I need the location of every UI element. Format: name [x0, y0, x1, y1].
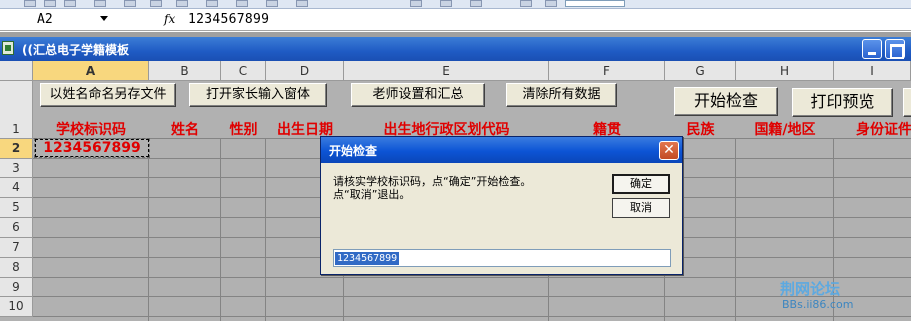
gridline: [220, 139, 221, 321]
toolbar-icon[interactable]: [206, 0, 218, 7]
toolbar-icon[interactable]: [520, 0, 532, 7]
cancel-button[interactable]: 取消: [612, 198, 670, 218]
row-header[interactable]: 9: [0, 278, 33, 297]
sheet-button-partial[interactable]: [903, 88, 911, 117]
column-header-e[interactable]: E: [344, 61, 549, 81]
column-header-f[interactable]: F: [549, 61, 665, 81]
workbook-titlebar: ((汇总电子学籍模板: [0, 37, 911, 61]
start-check-dialog: 开始检查 ✕ 请核实学校标识码，点“确定”开始检查。 点“取消”退出。 确定 取…: [320, 136, 683, 275]
toolbar-icon[interactable]: [44, 0, 56, 7]
teacher-settings-button[interactable]: 老师设置和汇总: [351, 83, 485, 107]
ok-button[interactable]: 确定: [612, 174, 670, 194]
forum-watermark-logo: 荆网论坛: [780, 280, 841, 298]
column-header-b[interactable]: B: [149, 61, 221, 81]
row-header[interactable]: 7: [0, 238, 33, 258]
row-header[interactable]: 6: [0, 218, 33, 238]
zoom-box[interactable]: [565, 0, 625, 7]
toolbar-icon[interactable]: [236, 0, 248, 7]
gridline: [33, 316, 911, 317]
save-as-by-name-button[interactable]: 以姓名命名另存文件: [40, 83, 176, 107]
column-header-d[interactable]: D: [266, 61, 344, 81]
column-header-a[interactable]: A: [33, 61, 149, 81]
toolbar-icon[interactable]: [296, 0, 308, 7]
maximize-button[interactable]: [885, 39, 905, 59]
dialog-input-field[interactable]: 1234567899: [333, 249, 671, 267]
row-header[interactable]: 8: [0, 258, 33, 278]
close-icon[interactable]: ✕: [659, 141, 679, 160]
clear-all-data-button[interactable]: 清除所有数据: [506, 83, 617, 107]
function-icon[interactable]: fx: [164, 12, 175, 26]
header-cell-name[interactable]: 姓名: [149, 119, 221, 139]
formula-bar: A2 fx 1234567899: [0, 9, 911, 31]
column-header-c[interactable]: C: [221, 61, 266, 81]
toolbar-icon[interactable]: [470, 0, 482, 7]
dialog-titlebar[interactable]: 开始检查 ✕: [321, 137, 682, 163]
gridline: [148, 139, 149, 321]
chevron-down-icon[interactable]: [100, 16, 108, 21]
toolbar-icon[interactable]: [124, 0, 136, 7]
minimize-button[interactable]: [862, 39, 882, 59]
select-all-corner[interactable]: [0, 61, 33, 81]
dialog-input-selected-text: 1234567899: [335, 252, 400, 265]
excel-workbook-icon: [2, 41, 14, 55]
header-cell-id-document[interactable]: 身份证件: [834, 119, 911, 139]
row-header[interactable]: 4: [0, 178, 33, 198]
open-parent-form-button[interactable]: 打开家长输入窗体: [189, 83, 327, 107]
row-header[interactable]: 1: [0, 81, 33, 139]
forum-watermark-url: BBs.ii86.com: [782, 298, 854, 311]
toolbar-icon[interactable]: [150, 0, 162, 7]
column-header-h[interactable]: H: [736, 61, 834, 81]
header-cell-nationality[interactable]: 国籍/地区: [736, 119, 834, 139]
toolbar-icon[interactable]: [94, 0, 106, 7]
header-cell-gender[interactable]: 性别: [221, 119, 266, 139]
toolbar-strip: [0, 0, 911, 9]
toolbar-icon[interactable]: [545, 0, 557, 7]
dialog-title: 开始检查: [329, 144, 378, 158]
toolbar-icon[interactable]: [266, 0, 278, 7]
toolbar-icon[interactable]: [64, 0, 76, 7]
header-cell-school-id[interactable]: 学校标识码: [33, 119, 149, 139]
workbook-title: ((汇总电子学籍模板: [22, 43, 129, 57]
toolbar-icon[interactable]: [176, 0, 188, 7]
toolbar-icon[interactable]: [440, 0, 452, 7]
gridline: [265, 139, 266, 321]
row-header[interactable]: 2: [0, 139, 33, 159]
gridline: [735, 139, 736, 321]
column-header-i[interactable]: I: [834, 61, 911, 81]
row-header[interactable]: 10: [0, 297, 33, 317]
toolbar-icon[interactable]: [410, 0, 422, 7]
dialog-message-line2: 点“取消”退出。: [333, 188, 411, 201]
row-header[interactable]: 3: [0, 159, 33, 178]
column-header-g[interactable]: G: [665, 61, 736, 81]
start-check-button[interactable]: 开始检查: [674, 87, 778, 116]
toolbar-icon[interactable]: [24, 0, 36, 7]
formula-input[interactable]: 1234567899: [188, 12, 269, 27]
print-preview-button[interactable]: 打印预览: [792, 88, 893, 117]
active-cell-a2[interactable]: 1234567899: [34, 138, 150, 158]
row-header[interactable]: 5: [0, 198, 33, 218]
